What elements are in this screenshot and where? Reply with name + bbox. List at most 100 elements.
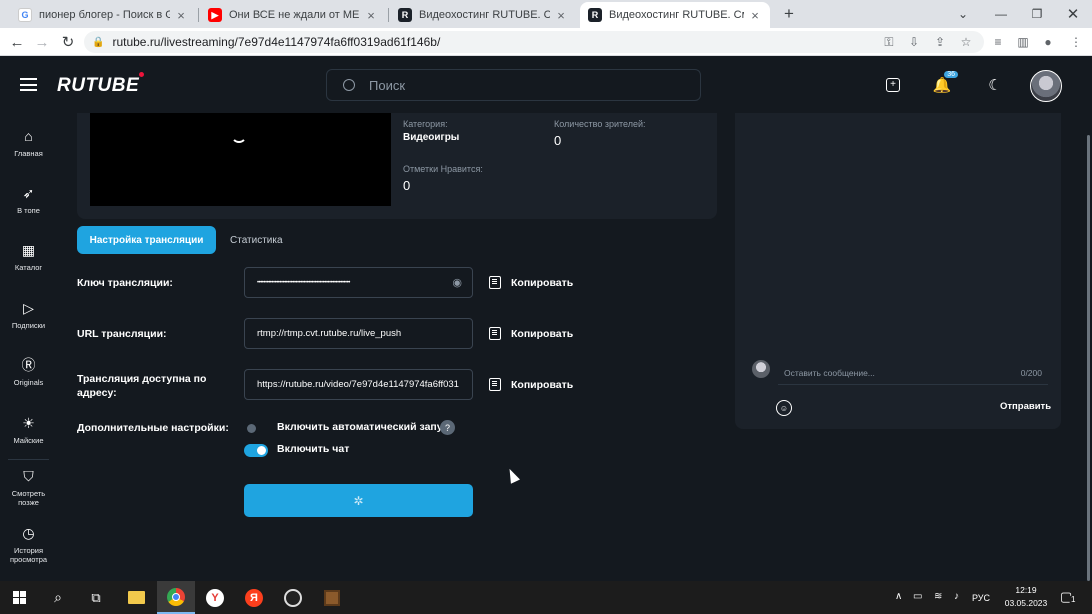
yandex-icon[interactable]: Я xyxy=(235,581,273,614)
back-button[interactable]: ← xyxy=(7,32,27,52)
reload-button[interactable]: ↻ xyxy=(58,32,78,52)
save-button-loading[interactable]: ✲ xyxy=(244,484,473,517)
sun-icon: ☀ xyxy=(22,415,35,431)
battery-icon[interactable]: ▭ xyxy=(913,591,922,602)
browser-tab-active[interactable]: R Видеохостинг RUTUBE. Смотрите × xyxy=(580,2,770,28)
site-header: RUTUBE Поиск + 🔔 36 ☾ xyxy=(0,57,1092,113)
side-panel-icon[interactable]: ▥ xyxy=(1015,34,1031,50)
char-counter: 0/200 xyxy=(1020,368,1042,378)
youtube-icon: ▶ xyxy=(208,8,222,22)
bookmark-star-icon[interactable]: ☆ xyxy=(958,34,974,50)
copy-stream-url-button[interactable]: Копировать xyxy=(489,327,573,340)
user-avatar[interactable] xyxy=(1030,70,1062,102)
originals-icon: Ⓡ xyxy=(21,357,36,373)
profile-icon[interactable]: ● xyxy=(1040,34,1056,50)
search-input[interactable]: Поиск xyxy=(326,69,701,101)
theme-moon-icon[interactable]: ☾ xyxy=(985,75,1005,95)
mouse-cursor-icon xyxy=(505,466,520,484)
minecraft-icon[interactable] xyxy=(313,581,351,614)
browser-tab[interactable]: ▶ Они ВСЕ не ждали от МЕНЯ такого × xyxy=(200,2,386,28)
yandex-browser-icon[interactable]: Y xyxy=(196,581,234,614)
autostart-toggle[interactable] xyxy=(244,422,268,435)
reading-list-icon[interactable]: ≡ xyxy=(990,34,1006,50)
volume-icon[interactable]: ♪ xyxy=(954,591,959,602)
sidebar-item-watch-later[interactable]: ⛉ Смотреть позже xyxy=(0,467,57,507)
sidebar-item-subscriptions[interactable]: ▷ Подписки xyxy=(0,299,57,330)
close-tab-icon[interactable]: × xyxy=(748,8,762,23)
new-tab-button[interactable]: + xyxy=(770,0,808,28)
notifications-center-icon[interactable]: ▢ 1 xyxy=(1060,589,1078,605)
close-tab-icon[interactable]: × xyxy=(364,8,378,23)
stream-key-field[interactable]: ••••••••••••••••••••••••••••••••••••••••… xyxy=(244,267,473,298)
video-player[interactable] xyxy=(90,113,391,206)
upload-icon[interactable]: + xyxy=(883,75,903,95)
sidebar-item-originals[interactable]: Ⓡ Originals xyxy=(0,356,57,387)
task-view-icon[interactable]: ⧉ xyxy=(77,581,115,614)
key-icon[interactable]: ⚿ xyxy=(881,34,897,50)
scrollbar-thumb[interactable] xyxy=(1087,135,1090,581)
tab-statistics[interactable]: Статистика xyxy=(230,226,283,254)
sidebar-item-top[interactable]: ➶ В топе xyxy=(0,184,57,215)
chat-toggle[interactable] xyxy=(244,444,268,457)
loading-spinner-icon: ✲ xyxy=(353,493,364,508)
copy-icon xyxy=(489,276,501,289)
obs-icon[interactable] xyxy=(274,581,312,614)
send-button[interactable]: Отправить xyxy=(1000,401,1051,412)
close-tab-icon[interactable]: × xyxy=(174,8,188,23)
tab-search-icon[interactable]: ⌄ xyxy=(944,0,982,28)
category-label: Категория: xyxy=(403,119,448,129)
forward-button[interactable]: → xyxy=(32,32,52,52)
copy-icon xyxy=(489,378,501,391)
browser-tab[interactable]: R Видеохостинг RUTUBE. Смотрите × xyxy=(390,2,576,28)
stream-address-field[interactable]: https://rutube.ru/video/7e97d4e1147974fa… xyxy=(244,369,473,400)
grid-icon: ▦ xyxy=(21,242,36,258)
history-icon: ◷ xyxy=(22,525,35,541)
close-tab-icon[interactable]: × xyxy=(554,8,568,23)
file-explorer-icon[interactable] xyxy=(117,581,155,614)
share-icon[interactable]: ⇪ xyxy=(932,34,948,50)
chrome-icon[interactable] xyxy=(157,581,195,614)
browser-tab[interactable]: G пионер блогер - Поиск в Google × xyxy=(10,2,196,28)
likes-value: 0 xyxy=(403,178,411,193)
bookmark-icon: ⛉ xyxy=(23,468,34,484)
google-icon: G xyxy=(18,8,32,22)
rutube-logo[interactable]: RUTUBE xyxy=(57,72,145,97)
install-icon[interactable]: ⇩ xyxy=(906,34,922,50)
sidebar-item-catalog[interactable]: ▦ Каталог xyxy=(0,241,57,272)
search-icon xyxy=(343,79,355,91)
lock-icon: 🔒 xyxy=(92,36,105,48)
clock[interactable]: 12:19 03.05.2023 xyxy=(1000,584,1052,610)
copy-stream-address-button[interactable]: Копировать xyxy=(489,378,573,391)
notifications-bell-icon[interactable]: 🔔 36 xyxy=(932,71,958,95)
likes-label: Отметки Нравится: xyxy=(403,164,483,174)
tab-stream-settings[interactable]: Настройка трансляции xyxy=(77,226,216,254)
url-input[interactable]: 🔒 rutube.ru/livestreaming/7e97d4e1147974… xyxy=(84,31,984,53)
chat-message-input[interactable]: Оставить сообщение... 0/200 xyxy=(778,362,1048,385)
sidebar-item-history[interactable]: ◷ История просмотра xyxy=(0,524,57,564)
chat-toggle-label: Включить чат xyxy=(277,443,350,455)
hamburger-menu-icon[interactable] xyxy=(20,78,37,91)
eye-icon[interactable]: ◉ xyxy=(452,276,462,289)
rutube-icon: R xyxy=(588,8,602,22)
address-bar: ← → ↻ 🔒 rutube.ru/livestreaming/7e97d4e1… xyxy=(0,28,1092,56)
restore-button[interactable]: ❐ xyxy=(1018,0,1056,28)
search-icon[interactable]: ⌕ xyxy=(39,581,77,614)
sidebar-item-home[interactable]: ⌂ Главная xyxy=(0,127,57,158)
chat-user-avatar xyxy=(752,360,770,378)
copy-stream-key-button[interactable]: Копировать xyxy=(489,276,573,289)
category-value: Видеоигры xyxy=(403,132,460,143)
sidebar-item-may[interactable]: ☀ Майские xyxy=(0,414,57,445)
copy-icon xyxy=(489,327,501,340)
subscriptions-icon: ▷ xyxy=(23,300,34,316)
language-indicator[interactable]: РУС xyxy=(972,593,990,603)
wifi-icon[interactable]: ≋ xyxy=(934,591,942,602)
windows-start-icon[interactable] xyxy=(0,581,38,614)
stream-url-field[interactable]: rtmp://rtmp.cvt.rutube.ru/live_push xyxy=(244,318,473,349)
minimize-button[interactable]: — xyxy=(982,0,1020,28)
close-window-button[interactable]: ✕ xyxy=(1054,0,1092,28)
tray-expand-icon[interactable]: ∧ xyxy=(895,591,902,602)
help-icon[interactable]: ? xyxy=(440,420,455,435)
menu-icon[interactable]: ⋮ xyxy=(1068,34,1084,50)
stream-key-label: Ключ трансляции: xyxy=(77,277,173,289)
emoji-icon[interactable]: ☺ xyxy=(776,400,792,416)
